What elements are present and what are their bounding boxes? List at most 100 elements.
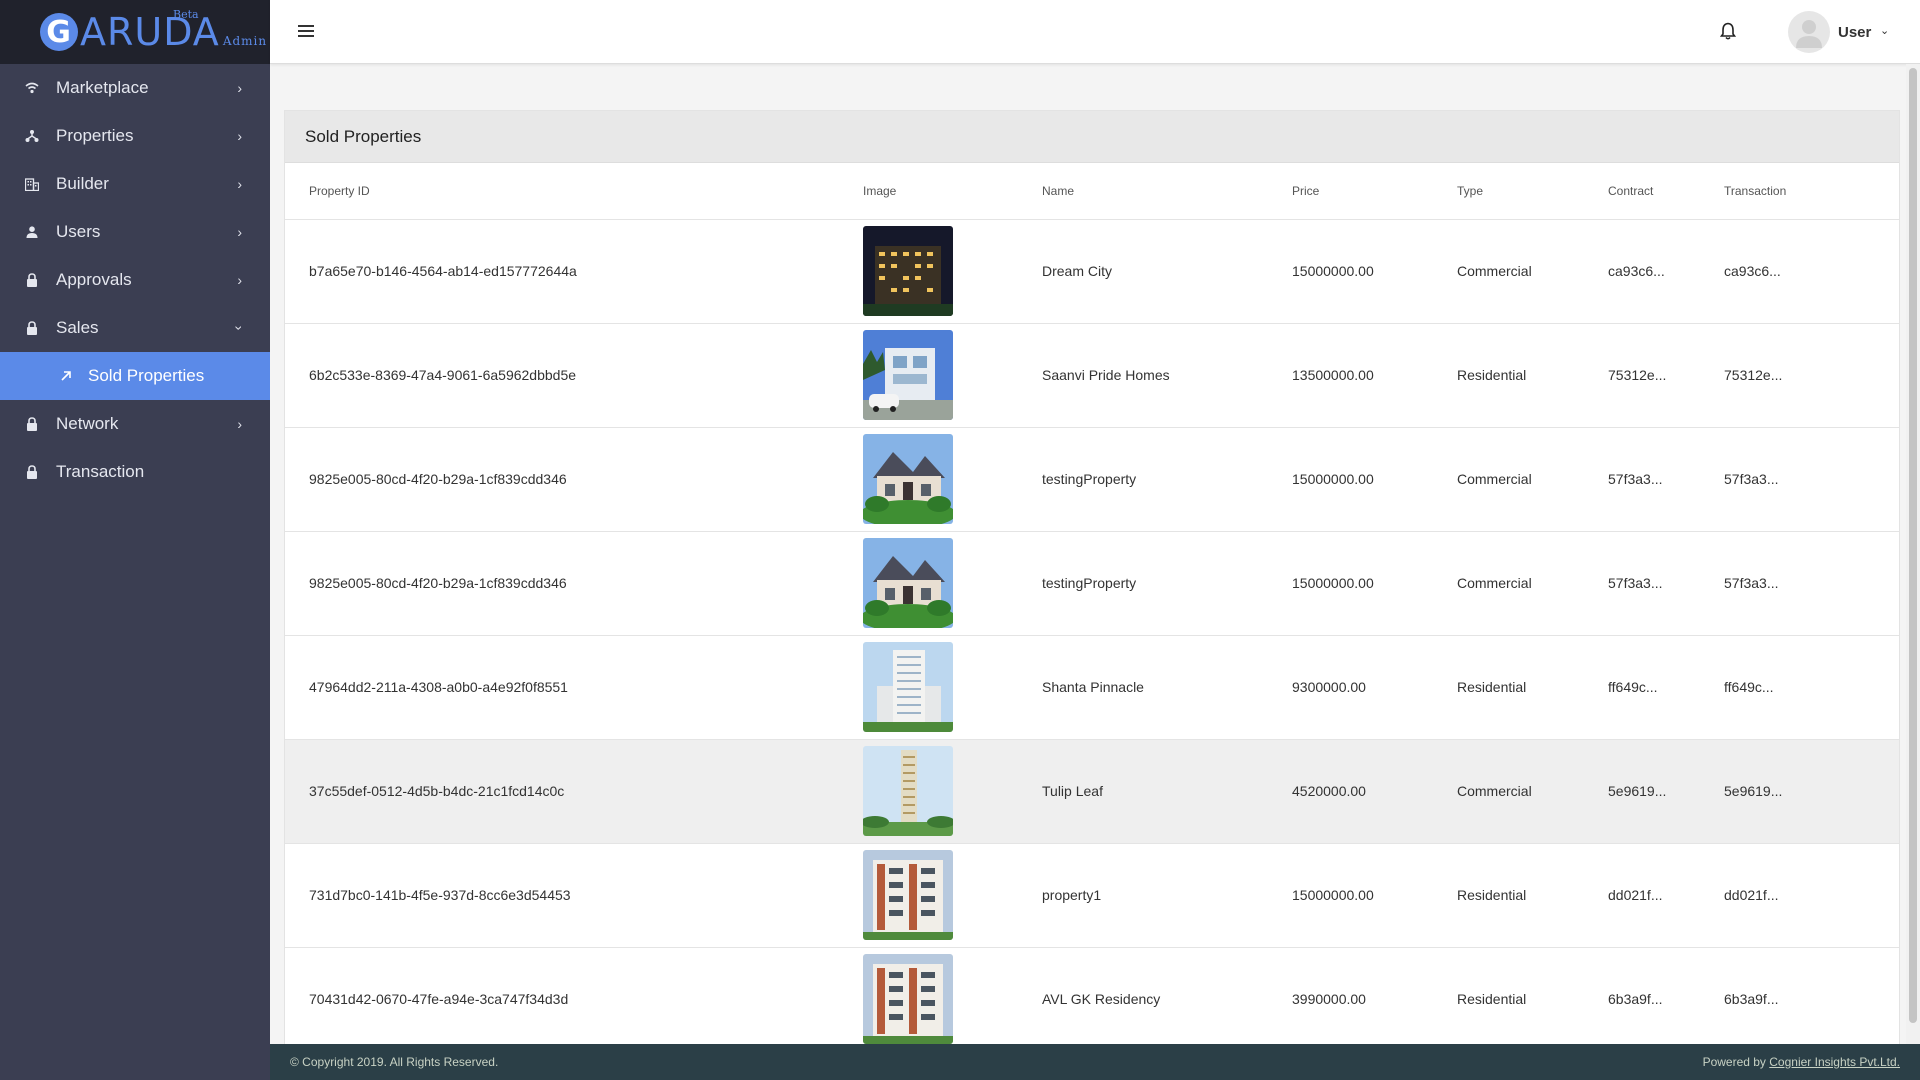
powered-by: Powered by Cognier Insights Pvt.Ltd. bbox=[1703, 1055, 1900, 1069]
sidebar-nav: Marketplace › Properties › Builder › Use… bbox=[0, 64, 270, 496]
cell-type: Commercial bbox=[1457, 219, 1608, 324]
table-row[interactable]: 70431d42-0670-47fe-a94e-3ca747f34d3d AVL … bbox=[285, 947, 1899, 1044]
sidebar-item-marketplace[interactable]: Marketplace › bbox=[0, 64, 270, 112]
brand-logo[interactable]: G ARUDA Admin Beta bbox=[0, 0, 270, 64]
cell-property-id: 6b2c533e-8369-47a4-9061-6a5962dbbd5e bbox=[285, 323, 863, 428]
property-image[interactable] bbox=[863, 226, 953, 316]
powered-by-link[interactable]: Cognier Insights Pvt.Ltd. bbox=[1769, 1055, 1900, 1069]
hierarchy-icon bbox=[24, 128, 40, 144]
property-image[interactable] bbox=[863, 434, 953, 524]
sidebar-item-label: Users bbox=[56, 222, 101, 241]
sidebar-item-label: Properties bbox=[56, 126, 134, 145]
col-header-contract: Contract bbox=[1608, 163, 1724, 220]
cell-contract[interactable]: 75312e... bbox=[1608, 323, 1724, 428]
cell-transaction[interactable]: 57f3a3... bbox=[1724, 531, 1899, 636]
brand-admin-label: Admin bbox=[222, 34, 268, 48]
cell-transaction[interactable]: 5e9619... bbox=[1724, 739, 1899, 844]
property-image[interactable] bbox=[863, 538, 953, 628]
cell-type: Residential bbox=[1457, 635, 1608, 740]
cell-name: testingProperty bbox=[1042, 427, 1292, 532]
sidebar-item-builder[interactable]: Builder › bbox=[0, 160, 270, 208]
cell-contract[interactable]: 57f3a3... bbox=[1608, 531, 1724, 636]
sidebar: G ARUDA Admin Beta Marketplace › Propert… bbox=[0, 0, 270, 1080]
property-image[interactable] bbox=[863, 330, 953, 420]
cell-name: property1 bbox=[1042, 843, 1292, 948]
cell-price: 15000000.00 bbox=[1292, 843, 1457, 948]
col-header-property-id: Property ID bbox=[285, 163, 863, 220]
chevron-down-icon: › bbox=[231, 325, 248, 331]
cell-price: 4520000.00 bbox=[1292, 739, 1457, 844]
cell-property-id: b7a65e70-b146-4564-ab14-ed157772644a bbox=[285, 219, 863, 324]
property-image[interactable] bbox=[863, 850, 953, 940]
wifi-icon bbox=[24, 80, 40, 96]
cell-transaction[interactable]: 57f3a3... bbox=[1724, 427, 1899, 532]
cell-name: Dream City bbox=[1042, 219, 1292, 324]
sidebar-item-sales[interactable]: Sales › bbox=[0, 304, 270, 352]
cell-image bbox=[863, 323, 1042, 428]
cell-name: testingProperty bbox=[1042, 531, 1292, 636]
cell-contract[interactable]: 5e9619... bbox=[1608, 739, 1724, 844]
table-row[interactable]: 47964dd2-211a-4308-a0b0-a4e92f0f8551 Shan… bbox=[285, 635, 1899, 740]
cell-price: 3990000.00 bbox=[1292, 947, 1457, 1044]
cell-name: Tulip Leaf bbox=[1042, 739, 1292, 844]
person-icon bbox=[24, 224, 40, 240]
table-row[interactable]: b7a65e70-b146-4564-ab14-ed157772644a Drea… bbox=[285, 219, 1899, 324]
cell-price: 15000000.00 bbox=[1292, 531, 1457, 636]
cell-property-id: 70431d42-0670-47fe-a94e-3ca747f34d3d bbox=[285, 947, 863, 1044]
chevron-right-icon: › bbox=[237, 80, 242, 96]
chevron-down-icon[interactable]: ⌄ bbox=[1880, 24, 1889, 37]
menu-toggle-icon[interactable] bbox=[298, 25, 314, 37]
building-icon bbox=[24, 176, 40, 192]
powered-by-prefix: Powered by bbox=[1702, 1055, 1770, 1069]
cell-property-id: 9825e005-80cd-4f20-b29a-1cf839cdd346 bbox=[285, 531, 863, 636]
lock-icon bbox=[24, 272, 40, 288]
table-row[interactable]: 6b2c533e-8369-47a4-9061-6a5962dbbd5e Saan… bbox=[285, 323, 1899, 428]
sidebar-item-network[interactable]: Network › bbox=[0, 400, 270, 448]
cell-transaction[interactable]: 6b3a9f... bbox=[1724, 947, 1899, 1044]
table-row[interactable]: 9825e005-80cd-4f20-b29a-1cf839cdd346 test… bbox=[285, 427, 1899, 532]
avatar[interactable] bbox=[1788, 11, 1830, 53]
cell-type: Residential bbox=[1457, 947, 1608, 1044]
table-row[interactable]: 37c55def-0512-4d5b-b4dc-21c1fcd14c0c Tuli… bbox=[285, 739, 1899, 844]
property-image[interactable] bbox=[863, 746, 953, 836]
user-name[interactable]: User bbox=[1838, 24, 1871, 41]
col-header-name: Name bbox=[1042, 163, 1292, 220]
cell-contract[interactable]: 6b3a9f... bbox=[1608, 947, 1724, 1044]
property-image[interactable] bbox=[863, 954, 953, 1044]
cell-image bbox=[863, 843, 1042, 948]
bell-icon[interactable] bbox=[1719, 22, 1740, 44]
cell-name: AVL GK Residency bbox=[1042, 947, 1292, 1044]
scrollbar[interactable] bbox=[1906, 64, 1920, 1044]
lock-icon bbox=[24, 320, 40, 336]
scrollbar-thumb[interactable] bbox=[1909, 68, 1917, 1023]
sidebar-item-approvals[interactable]: Approvals › bbox=[0, 256, 270, 304]
cell-price: 15000000.00 bbox=[1292, 219, 1457, 324]
brand-beta-label: Beta bbox=[173, 8, 199, 21]
cell-contract[interactable]: 57f3a3... bbox=[1608, 427, 1724, 532]
table-row[interactable]: 731d7bc0-141b-4f5e-937d-8cc6e3d54453 prop… bbox=[285, 843, 1899, 948]
cell-transaction[interactable]: ca93c6... bbox=[1724, 219, 1899, 324]
chevron-right-icon: › bbox=[237, 224, 242, 240]
cell-contract[interactable]: ca93c6... bbox=[1608, 219, 1724, 324]
table-row[interactable]: 9825e005-80cd-4f20-b29a-1cf839cdd346 test… bbox=[285, 531, 1899, 636]
sidebar-item-label: Network bbox=[56, 414, 119, 433]
cell-property-id: 731d7bc0-141b-4f5e-937d-8cc6e3d54453 bbox=[285, 843, 863, 948]
sidebar-item-sold-properties[interactable]: Sold Properties bbox=[0, 352, 270, 400]
col-header-type: Type bbox=[1457, 163, 1608, 220]
property-image[interactable] bbox=[863, 642, 953, 732]
sidebar-item-properties[interactable]: Properties › bbox=[0, 112, 270, 160]
cell-price: 15000000.00 bbox=[1292, 427, 1457, 532]
cell-property-id: 47964dd2-211a-4308-a0b0-a4e92f0f8551 bbox=[285, 635, 863, 740]
cell-transaction[interactable]: 75312e... bbox=[1724, 323, 1899, 428]
chevron-right-icon: › bbox=[237, 128, 242, 144]
cell-property-id: 9825e005-80cd-4f20-b29a-1cf839cdd346 bbox=[285, 427, 863, 532]
cell-image bbox=[863, 219, 1042, 324]
copyright-text: © Copyright 2019. All Rights Reserved. bbox=[290, 1055, 499, 1069]
cell-contract[interactable]: ff649c... bbox=[1608, 635, 1724, 740]
cell-contract[interactable]: dd021f... bbox=[1608, 843, 1724, 948]
cell-transaction[interactable]: dd021f... bbox=[1724, 843, 1899, 948]
cell-transaction[interactable]: ff649c... bbox=[1724, 635, 1899, 740]
sidebar-item-users[interactable]: Users › bbox=[0, 208, 270, 256]
sidebar-item-transaction[interactable]: Transaction bbox=[0, 448, 270, 496]
sidebar-item-label: Transaction bbox=[56, 462, 145, 481]
